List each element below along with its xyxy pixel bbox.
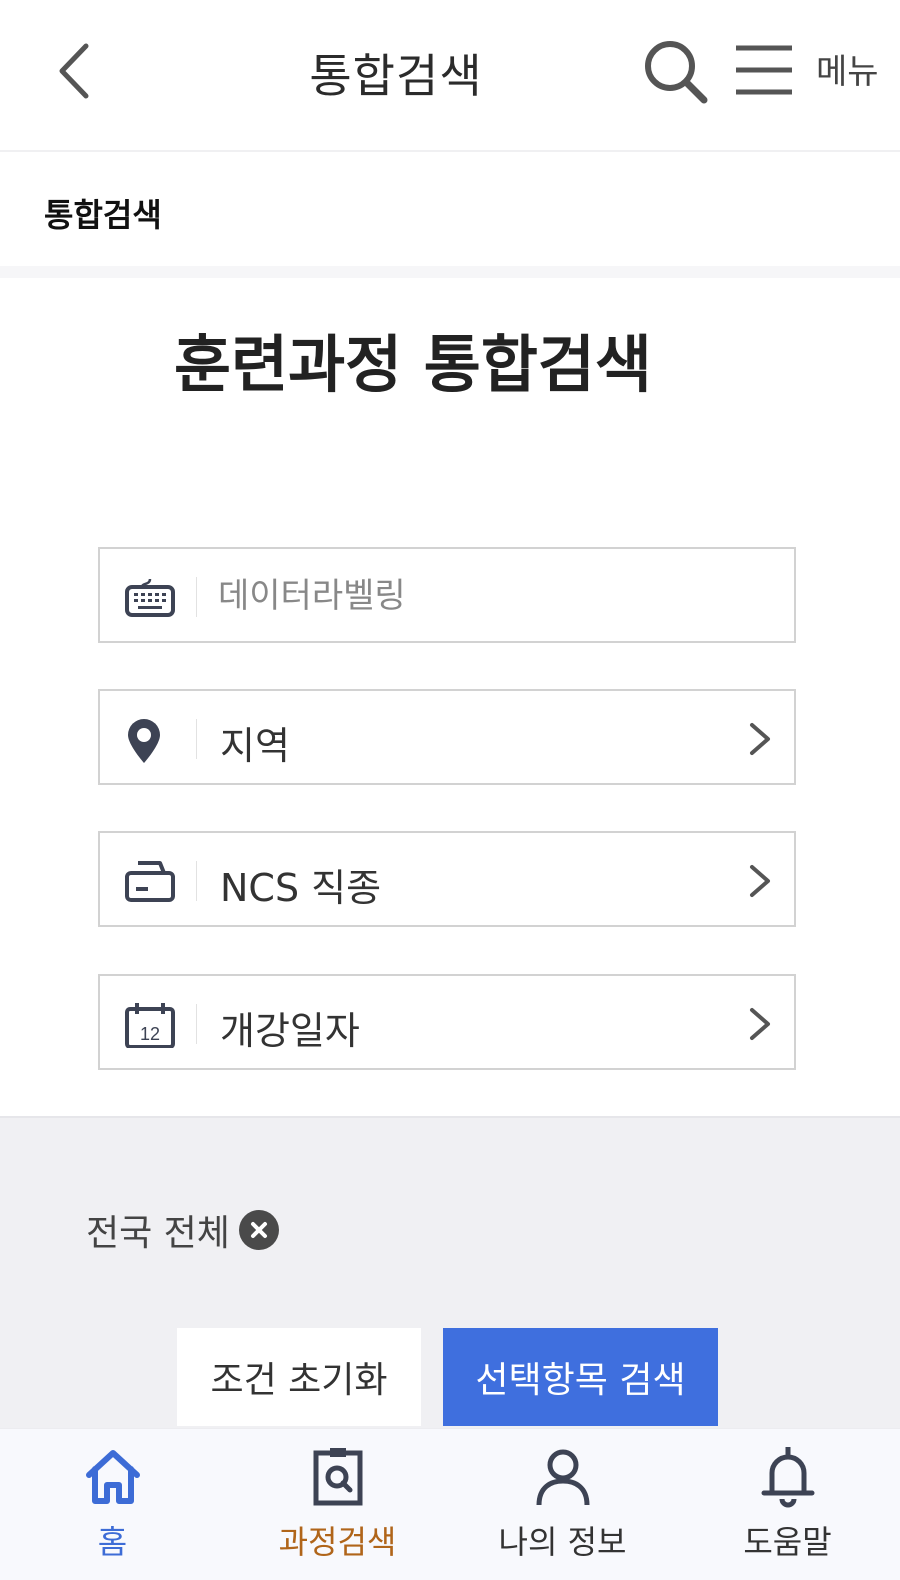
nav-home[interactable]: 홈: [0, 1429, 225, 1580]
calendar-day: 12: [140, 1024, 160, 1044]
region-label: 지역: [220, 724, 290, 768]
chevron-right-icon: [750, 865, 770, 897]
search-selected-button[interactable]: 선택항목 검색: [443, 1328, 718, 1426]
home-icon: [86, 1450, 140, 1504]
location-pin-icon: [128, 719, 160, 763]
top-bar: 통합검색 메뉴: [0, 0, 900, 152]
region-field[interactable]: 지역: [98, 689, 796, 785]
divider: [0, 266, 900, 278]
user-icon: [536, 1449, 590, 1506]
selected-conditions-panel: 전국 전체 조건 초기화 선택항목 검색: [0, 1116, 900, 1428]
nav-help[interactable]: 도움말: [675, 1429, 900, 1580]
ncs-field[interactable]: NCS 직종: [98, 831, 796, 927]
keyboard-icon: [125, 578, 175, 617]
course-search-icon: [313, 1448, 363, 1506]
job-category-icon: [125, 861, 175, 902]
keyword-field[interactable]: [98, 547, 796, 643]
hamburger-icon: [736, 45, 792, 95]
field-separator: [196, 719, 197, 759]
chevron-right-icon: [750, 723, 770, 755]
chevron-right-icon: [750, 1008, 770, 1040]
field-separator: [196, 861, 197, 901]
breadcrumb-label: 통합검색: [44, 196, 162, 234]
chip-label: 전국 전체: [86, 1213, 230, 1254]
field-separator: [196, 1004, 197, 1044]
ncs-label: NCS 직종: [220, 866, 382, 910]
search-icon: [645, 41, 708, 104]
nav-help-label: 도움말: [743, 1523, 832, 1561]
search-heading: 훈련과정 통합검색: [174, 328, 652, 401]
breadcrumb: 통합검색: [0, 154, 900, 266]
nav-home-label: 홈: [97, 1523, 128, 1561]
reset-conditions-button[interactable]: 조건 초기화: [177, 1328, 421, 1426]
search-button[interactable]: [640, 36, 712, 108]
nav-my-info-label: 나의 정보: [498, 1523, 627, 1561]
nav-course-search[interactable]: 과정검색: [225, 1429, 450, 1580]
start-date-label: 개강일자: [220, 1009, 360, 1053]
bottom-nav: 홈 과정검색 나의 정보 도움말: [0, 1428, 900, 1580]
keyword-input[interactable]: [218, 569, 758, 623]
field-separator: [196, 577, 197, 617]
region-chip[interactable]: 전국 전체: [86, 1208, 280, 1254]
nav-my-info[interactable]: 나의 정보: [450, 1429, 675, 1580]
bell-icon: [761, 1447, 815, 1508]
start-date-field[interactable]: 12 개강일자: [98, 974, 796, 1070]
nav-course-search-label: 과정검색: [278, 1523, 397, 1561]
menu-label: 메뉴: [816, 52, 879, 92]
close-icon[interactable]: [238, 1209, 280, 1251]
calendar-icon: 12: [125, 1003, 175, 1048]
menu-button[interactable]: 메뉴: [734, 40, 884, 104]
